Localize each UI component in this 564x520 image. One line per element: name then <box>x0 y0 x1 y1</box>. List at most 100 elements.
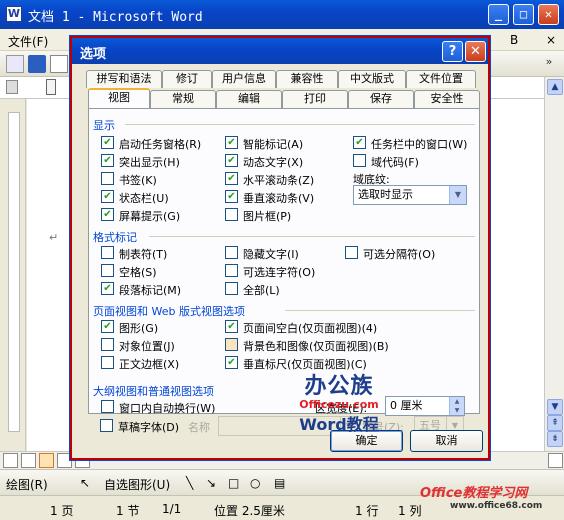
tab-chinese-layout[interactable]: 中文版式 <box>338 70 406 88</box>
new-document-icon[interactable] <box>6 55 24 73</box>
checkbox[interactable]: ✔ <box>101 320 114 333</box>
minimize-button[interactable]: _ <box>488 4 509 25</box>
status-col: 1 列 <box>398 504 422 518</box>
web-view-icon[interactable] <box>21 453 36 468</box>
cancel-button[interactable]: 取消 <box>410 430 483 452</box>
dialog-titlebar: 选项 ? ✕ <box>72 38 488 64</box>
checkbox[interactable]: ✔ <box>353 136 366 149</box>
close-document-icon[interactable]: × <box>546 33 556 47</box>
arrow-tool-icon[interactable]: ↘ <box>206 476 216 490</box>
save-icon[interactable] <box>28 55 46 73</box>
autoshapes-button[interactable]: 自选图形(U) <box>104 476 170 493</box>
checkbox[interactable] <box>101 356 114 369</box>
draft-font-name-label: 名称 <box>188 421 210 434</box>
site-watermark: Office教程学习网 www.office68.com <box>420 486 543 511</box>
tab-user-info[interactable]: 用户信息 <box>212 70 276 88</box>
chevron-down-icon[interactable]: ▼ <box>449 186 466 204</box>
tab-file-locations[interactable]: 文件位置 <box>406 70 476 88</box>
select-objects-icon[interactable]: ↖ <box>80 476 90 490</box>
tab-track-changes[interactable]: 修订 <box>162 70 212 88</box>
checkbox[interactable] <box>101 172 114 185</box>
tab-edit[interactable]: 编辑 <box>216 90 282 108</box>
checkbox[interactable]: ✔ <box>101 282 114 295</box>
section-page-web-title: 页面视图和 Web 版式视图选项 <box>93 305 245 318</box>
word-titlebar: W 文档 1 - Microsoft Word _ □ ✕ <box>0 0 564 29</box>
textbox-tool-icon[interactable]: ▤ <box>274 476 285 490</box>
section-display-rule <box>125 124 475 125</box>
rectangle-tool-icon[interactable]: □ <box>228 476 239 490</box>
scroll-down-icon[interactable]: ▼ <box>547 399 563 415</box>
status-position: 位置 2.5厘米 <box>214 504 285 518</box>
style-box[interactable] <box>50 55 68 73</box>
checkbox[interactable] <box>101 400 114 413</box>
section-display-title: 显示 <box>93 119 115 132</box>
checkbox[interactable] <box>225 246 238 259</box>
spin-down-icon[interactable]: ▼ <box>449 406 464 415</box>
checkbox[interactable] <box>101 264 114 277</box>
checkbox[interactable]: ✔ <box>225 172 238 185</box>
indent-marker-icon[interactable] <box>46 79 56 95</box>
status-line: 1 行 <box>355 504 379 518</box>
dialog-title: 选项 <box>80 47 107 62</box>
checkbox[interactable]: ✔ <box>101 190 114 203</box>
tab-save[interactable]: 保存 <box>348 90 414 108</box>
word-app-icon: W <box>6 6 22 22</box>
status-pages: 1/1 <box>162 502 182 516</box>
section-outline-title: 大纲视图和普通视图选项 <box>93 385 214 398</box>
menu-help[interactable]: B <box>510 33 518 47</box>
checkbox[interactable] <box>101 338 114 351</box>
checkbox[interactable]: ✔ <box>225 320 238 333</box>
checkbox[interactable] <box>345 246 358 259</box>
page-view-icon[interactable] <box>39 453 54 468</box>
vertical-ruler <box>8 112 20 432</box>
checkbox[interactable]: ✔ <box>101 208 114 221</box>
spin-up-icon[interactable]: ▲ <box>449 397 464 406</box>
checkbox[interactable] <box>225 208 238 221</box>
tab-compatibility[interactable]: 兼容性 <box>276 70 338 88</box>
draw-menu-button[interactable]: 绘图(R) <box>6 476 48 493</box>
checkbox[interactable]: ✔ <box>225 154 238 167</box>
toolbar-options-icon[interactable]: » <box>540 55 558 73</box>
tab-print[interactable]: 打印 <box>282 90 348 108</box>
section-page-web-rule <box>285 310 475 311</box>
section-format-marks-title: 格式标记 <box>93 231 137 244</box>
watermark-logo: 办公族 Officezu.com Word教程 <box>299 374 379 434</box>
checkbox[interactable]: ✔ <box>101 154 114 167</box>
checkbox[interactable]: ✔ <box>225 136 238 149</box>
tab-security[interactable]: 安全性 <box>414 90 480 108</box>
scroll-up-icon[interactable]: ▲ <box>547 79 563 95</box>
section-format-marks-rule <box>149 236 475 237</box>
next-page-icon[interactable]: ⇟ <box>547 431 563 447</box>
field-shading-select[interactable]: 选取时显示 ▼ <box>353 185 467 205</box>
previous-page-icon[interactable]: ⇞ <box>547 415 563 431</box>
checkbox[interactable] <box>353 154 366 167</box>
close-dialog-button[interactable]: ✕ <box>465 41 486 62</box>
normal-view-icon[interactable] <box>3 453 18 468</box>
checkbox[interactable]: ✔ <box>101 136 114 149</box>
checkbox[interactable]: ✔ <box>225 356 238 369</box>
maximize-button[interactable]: □ <box>513 4 534 25</box>
tab-spelling[interactable]: 拼写和语法 <box>86 70 162 88</box>
vertical-scrollbar[interactable]: ▲ ▼ ⇞ ⇟ <box>544 77 564 451</box>
oval-tool-icon[interactable]: ○ <box>250 476 260 490</box>
checkbox[interactable]: ✔ <box>225 190 238 203</box>
status-page: 1 页 <box>50 504 74 518</box>
options-dialog: 选项 ? ✕ 拼写和语法 修订 用户信息 兼容性 中文版式 文件位置 视图 常规… <box>70 36 490 460</box>
tab-view[interactable]: 视图 <box>88 88 150 108</box>
checkbox[interactable] <box>225 264 238 277</box>
checkbox[interactable] <box>100 419 113 432</box>
paragraph-mark: ↵ <box>49 231 59 244</box>
help-button[interactable]: ? <box>442 41 463 62</box>
checkbox[interactable] <box>101 246 114 259</box>
status-section: 1 节 <box>116 504 140 518</box>
style-area-width-input[interactable]: 0 厘米 ▲ ▼ <box>385 396 465 416</box>
scroll-right-icon[interactable] <box>548 453 563 468</box>
window-title: 文档 1 - Microsoft Word <box>28 10 203 25</box>
menu-file[interactable]: 文件(F) <box>8 33 48 50</box>
checkbox[interactable] <box>225 338 238 351</box>
line-tool-icon[interactable]: ╲ <box>186 476 193 490</box>
tab-selector-icon[interactable] <box>6 80 18 94</box>
close-window-button[interactable]: ✕ <box>538 4 559 25</box>
checkbox[interactable] <box>225 282 238 295</box>
tab-general[interactable]: 常规 <box>150 90 216 108</box>
